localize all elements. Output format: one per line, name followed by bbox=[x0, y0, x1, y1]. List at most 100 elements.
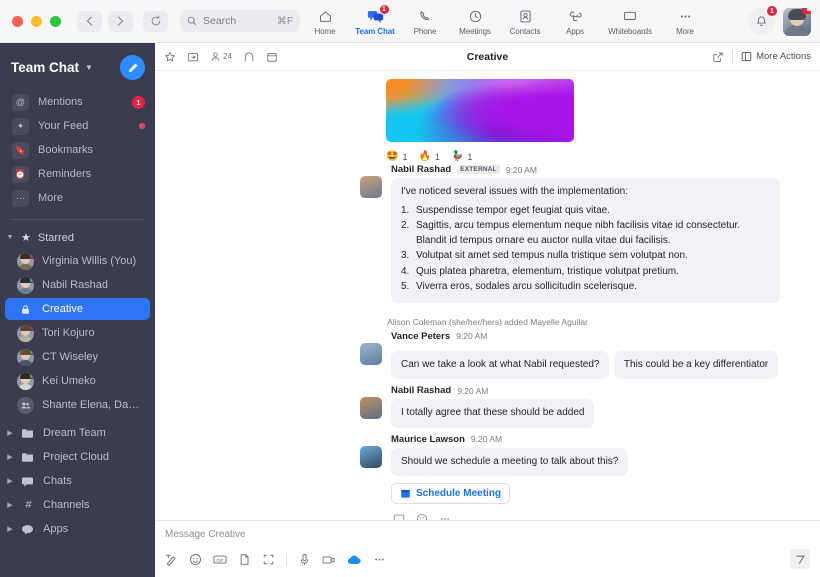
sidebar-folder-chats[interactable]: ▶ Chats bbox=[0, 469, 155, 493]
sidebar-item-label: Your Feed bbox=[38, 120, 89, 132]
nav-tab-team-chat[interactable]: 1 Team Chat bbox=[350, 0, 400, 43]
nav-tab-phone[interactable]: Phone bbox=[400, 0, 450, 43]
sidebar-item-label: Reminders bbox=[38, 168, 92, 180]
window-controls[interactable] bbox=[0, 15, 61, 27]
sidebar-chat-ct-wiseley[interactable]: CT Wiseley bbox=[5, 346, 150, 368]
calendar-icon bbox=[401, 490, 410, 498]
chat-header: 24 Creative More Actions bbox=[155, 43, 820, 71]
avatar[interactable] bbox=[360, 342, 382, 365]
sidebar-folder-label: Apps bbox=[43, 523, 69, 535]
sidebar-folder-channels[interactable]: ▶ # Channels bbox=[0, 493, 155, 517]
screenshot-icon[interactable] bbox=[262, 553, 275, 566]
sidebar-divider bbox=[11, 219, 144, 220]
back-button[interactable] bbox=[77, 10, 102, 32]
star-icon[interactable] bbox=[164, 51, 176, 63]
list-item: 4. Quis platea pharetra, elementum, trist… bbox=[401, 265, 679, 277]
hash-icon: # bbox=[25, 499, 32, 511]
compose-icon bbox=[128, 63, 137, 72]
nav-tab-more[interactable]: More bbox=[660, 0, 710, 43]
history-nav bbox=[77, 10, 133, 32]
open-in-new-window-icon[interactable] bbox=[712, 51, 724, 63]
format-icon[interactable] bbox=[165, 553, 178, 566]
sidebar-folder-apps[interactable]: ▶ Apps bbox=[0, 517, 155, 541]
chevron-down-icon[interactable]: ▼ bbox=[85, 63, 93, 72]
emoji-icon[interactable] bbox=[189, 553, 202, 566]
notifications-button[interactable]: 1 bbox=[748, 5, 778, 35]
video-icon[interactable] bbox=[322, 554, 336, 566]
search-input[interactable]: Search ⌘F bbox=[180, 10, 300, 32]
nav-tab-meetings[interactable]: Meetings bbox=[450, 0, 500, 43]
message-input[interactable]: Message Creative bbox=[165, 529, 810, 540]
nav-tab-label: Meetings bbox=[459, 26, 491, 36]
message-bubble[interactable]: I've noticed several issues with the imp… bbox=[391, 178, 780, 303]
search-shortcut: ⌘F bbox=[276, 15, 293, 27]
nav-tab-apps[interactable]: Apps bbox=[550, 0, 600, 43]
message-author: Nabil Rashad bbox=[391, 385, 452, 396]
reaction-chip[interactable]: 🔥 1 bbox=[418, 151, 439, 162]
folder-icon bbox=[21, 452, 36, 463]
image-attachment[interactable] bbox=[386, 79, 574, 142]
nav-tab-label: Contacts bbox=[509, 26, 541, 36]
message-bubble[interactable]: Can we take a look at what Nabil request… bbox=[391, 350, 610, 379]
sidebar-chat-kei-umeko[interactable]: Kei Umeko bbox=[5, 370, 150, 392]
maximize-window-button[interactable] bbox=[50, 15, 61, 27]
sidebar-item-bookmarks[interactable]: 🔖 Bookmarks bbox=[0, 138, 155, 162]
send-button[interactable] bbox=[790, 549, 810, 569]
message-maurice-lawson: Maurice Lawson 9:20 AM Should we schedul… bbox=[155, 434, 820, 520]
avatar[interactable] bbox=[360, 445, 382, 468]
calendar-icon[interactable] bbox=[266, 51, 278, 63]
nav-tab-home[interactable]: Home bbox=[300, 0, 350, 43]
message-author: Maurice Lawson bbox=[391, 433, 465, 445]
message-body: Maurice Lawson 9:20 AM Should we schedul… bbox=[391, 434, 808, 520]
file-icon[interactable] bbox=[238, 553, 251, 566]
cloud-icon[interactable] bbox=[347, 554, 362, 566]
chevron-right-icon: ▶ bbox=[7, 430, 13, 437]
sidebar-chat-nabil-rashad[interactable]: Nabil Rashad bbox=[5, 274, 150, 296]
message-meta: Vance Peters 9:20 AM bbox=[391, 331, 808, 342]
sidebar-chat-creative[interactable]: Creative bbox=[5, 298, 150, 320]
more-actions-button[interactable]: More Actions bbox=[741, 51, 811, 62]
feed-icon: ✦ bbox=[12, 117, 29, 135]
message-meta: Nabil Rashad 9:20 AM bbox=[391, 385, 808, 396]
recent-history-button[interactable] bbox=[143, 10, 168, 32]
avatar bbox=[17, 372, 34, 390]
sidebar-chat-virginia-willis[interactable]: Virginia Willis (You) bbox=[5, 250, 150, 272]
message-bubble[interactable]: Should we schedule a meeting to talk abo… bbox=[391, 447, 629, 476]
avatar bbox=[17, 252, 34, 270]
more-options-icon[interactable] bbox=[439, 513, 451, 520]
schedule-meeting-button[interactable]: Schedule Meeting bbox=[391, 483, 511, 504]
more-icon[interactable] bbox=[373, 553, 386, 566]
forward-button[interactable] bbox=[108, 10, 133, 32]
archive-icon[interactable] bbox=[243, 51, 255, 63]
nav-tab-whiteboards[interactable]: Whiteboards bbox=[600, 0, 660, 43]
sidebar-folder-dream-team[interactable]: ▶ Dream Team bbox=[0, 421, 155, 445]
avatar[interactable] bbox=[360, 176, 382, 198]
member-count[interactable]: 24 bbox=[210, 51, 232, 62]
sidebar-folder-project-cloud[interactable]: ▶ Project Cloud bbox=[0, 445, 155, 469]
reaction-chip[interactable]: 🦆 1 bbox=[451, 151, 472, 162]
move-to-folder-icon[interactable] bbox=[187, 51, 199, 63]
sidebar-item-more[interactable]: ··· More bbox=[0, 186, 155, 210]
reaction-emoji: 🦆 bbox=[450, 151, 464, 162]
sidebar-item-mentions[interactable]: @ Mentions 1 bbox=[0, 90, 155, 114]
sidebar-item-your-feed[interactable]: ✦ Your Feed bbox=[0, 114, 155, 138]
nav-tab-contacts[interactable]: Contacts bbox=[500, 0, 550, 43]
message-bubble[interactable]: I totally agree that these should be add… bbox=[391, 399, 595, 428]
add-reaction-icon[interactable] bbox=[416, 513, 428, 520]
mic-icon[interactable] bbox=[298, 553, 311, 566]
sidebar-chat-tori-kojuro[interactable]: Tori Kojuro bbox=[5, 322, 150, 344]
search-icon bbox=[187, 16, 197, 26]
message-thread[interactable]: 🤩 1 🔥 1 🦆 1 Nabil Rashad EXTERNAL 9:20 A… bbox=[155, 71, 820, 520]
minimize-window-button[interactable] bbox=[31, 15, 42, 27]
close-window-button[interactable] bbox=[12, 15, 23, 27]
reply-icon[interactable] bbox=[393, 513, 405, 520]
user-avatar[interactable] bbox=[783, 7, 811, 36]
reaction-chip[interactable]: 🤩 1 bbox=[386, 151, 407, 162]
message-bubble[interactable]: This could be a key differentiator bbox=[613, 350, 779, 379]
compose-button[interactable] bbox=[120, 55, 145, 80]
sidebar-item-reminders[interactable]: ⏰ Reminders bbox=[0, 162, 155, 186]
gif-icon[interactable]: GIF bbox=[213, 553, 227, 566]
sidebar-chat-group[interactable]: Shante Elena, Daniel Bow... bbox=[5, 394, 150, 416]
sidebar-section-starred[interactable]: ▼ ★ Starred bbox=[0, 226, 155, 249]
avatar[interactable] bbox=[360, 397, 382, 419]
